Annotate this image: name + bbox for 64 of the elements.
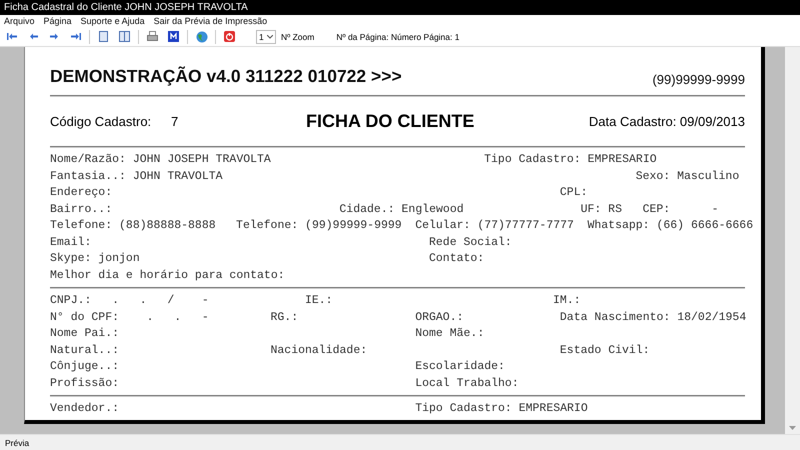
scroll-down-icon[interactable] bbox=[789, 426, 796, 431]
report-field: Email: bbox=[50, 236, 429, 249]
status-text: Prévia bbox=[0, 434, 800, 450]
report-field: Profissão: bbox=[50, 376, 416, 390]
report-field: Tipo Cadastro: EMPRESARIO bbox=[415, 402, 767, 416]
report-field: ORGAO.: bbox=[415, 310, 560, 324]
report-field: Nome Pai.: bbox=[50, 327, 416, 340]
report-field: Melhor dia e horário para contato: bbox=[50, 268, 767, 282]
report-field: Telefone: (88)88888-8888 bbox=[50, 219, 236, 232]
report-field: Local Trabalho: bbox=[415, 376, 767, 390]
menu-item[interactable]: Arquivo bbox=[4, 16, 35, 26]
report-field: Tipo Cadastro: EMPRESARIO bbox=[484, 153, 767, 166]
report-field: UF: RS bbox=[580, 202, 643, 216]
report-field: Sexo: Masculino bbox=[636, 170, 767, 183]
previous-page-icon[interactable] bbox=[28, 33, 39, 40]
single-page-icon[interactable] bbox=[99, 31, 108, 42]
report-field: Nome/Razão: JOHN JOSEPH TRAVOLTA bbox=[50, 153, 484, 166]
zoom-label: Nº Zoom bbox=[281, 32, 314, 42]
report-field: Whatsapp: (66) 6666-6666 bbox=[587, 219, 767, 232]
report-field: Data Nascimento: 18/02/1954 bbox=[560, 310, 767, 324]
next-page-icon[interactable] bbox=[49, 33, 60, 40]
report-field: Rede Social: bbox=[428, 236, 767, 249]
report-field: Telefone: (99)99999-9999 bbox=[236, 219, 416, 232]
report-field: CEP: - bbox=[642, 202, 767, 216]
report-phone: (99)99999-9999 bbox=[652, 72, 745, 87]
report-field: CNPJ.: . . / - bbox=[50, 294, 305, 308]
report-field: Nome Mãe.: bbox=[415, 327, 767, 340]
report-field: Bairro..: bbox=[50, 202, 340, 216]
power-icon[interactable] bbox=[224, 31, 235, 42]
report-field: CPL: bbox=[560, 186, 767, 200]
report-field: N° do CPF: . . - bbox=[50, 310, 270, 324]
report-field: Cidade.: Englewood bbox=[339, 202, 581, 216]
report-field: IE.: bbox=[304, 294, 554, 308]
letter-m-icon[interactable] bbox=[168, 31, 179, 42]
report-field: Estado Civil: bbox=[560, 344, 767, 357]
printer-icon[interactable] bbox=[147, 31, 158, 42]
code-label: Código Cadastro: bbox=[50, 114, 152, 129]
menu-item[interactable]: Página bbox=[44, 16, 72, 26]
report-heading: FICHA DO CLIENTE bbox=[306, 110, 476, 132]
report-field: Celular: (77)77777-7777 bbox=[415, 219, 588, 232]
page-number-label: Nº da Página: Número Página: 1 bbox=[336, 32, 460, 42]
last-page-icon[interactable] bbox=[70, 33, 81, 40]
register-date: Data Cadastro: 09/09/2013 bbox=[588, 114, 745, 129]
menu-item[interactable]: Sair da Prévia de Impressão bbox=[154, 16, 268, 26]
report-field: Escolaridade: bbox=[415, 360, 767, 374]
report-field: Fantasia..: JOHN TRAVOLTA bbox=[50, 170, 636, 183]
menu-item[interactable]: Suporte e Ajuda bbox=[80, 16, 145, 26]
globe-icon[interactable] bbox=[196, 30, 208, 42]
window-title: Ficha Cadastral do Cliente JOHN JOSEPH TRAVOLTA bbox=[0, 0, 800, 15]
report-field: Skype: jonjon bbox=[50, 252, 429, 266]
report-field: RG.: bbox=[270, 310, 416, 324]
report-field: Vendedor.: bbox=[50, 402, 416, 416]
report-field: Endereço: bbox=[50, 186, 560, 200]
caret-icon bbox=[266, 34, 273, 38]
zoom-select[interactable]: 1 bbox=[256, 30, 276, 44]
report-title: DEMONSTRAÇÃO v4.0 311222 010722 >>> bbox=[50, 66, 402, 87]
report-field: Contato: bbox=[428, 252, 767, 266]
report-field: IM.: bbox=[553, 294, 767, 308]
report-field: Natural..: bbox=[50, 344, 270, 357]
report-field: Cônjuge..: bbox=[50, 360, 416, 374]
code-value: 7 bbox=[171, 114, 180, 129]
first-page-icon[interactable] bbox=[7, 33, 18, 40]
report-field: Nacionalidade: bbox=[270, 344, 560, 357]
two-pages-icon[interactable] bbox=[119, 31, 130, 42]
